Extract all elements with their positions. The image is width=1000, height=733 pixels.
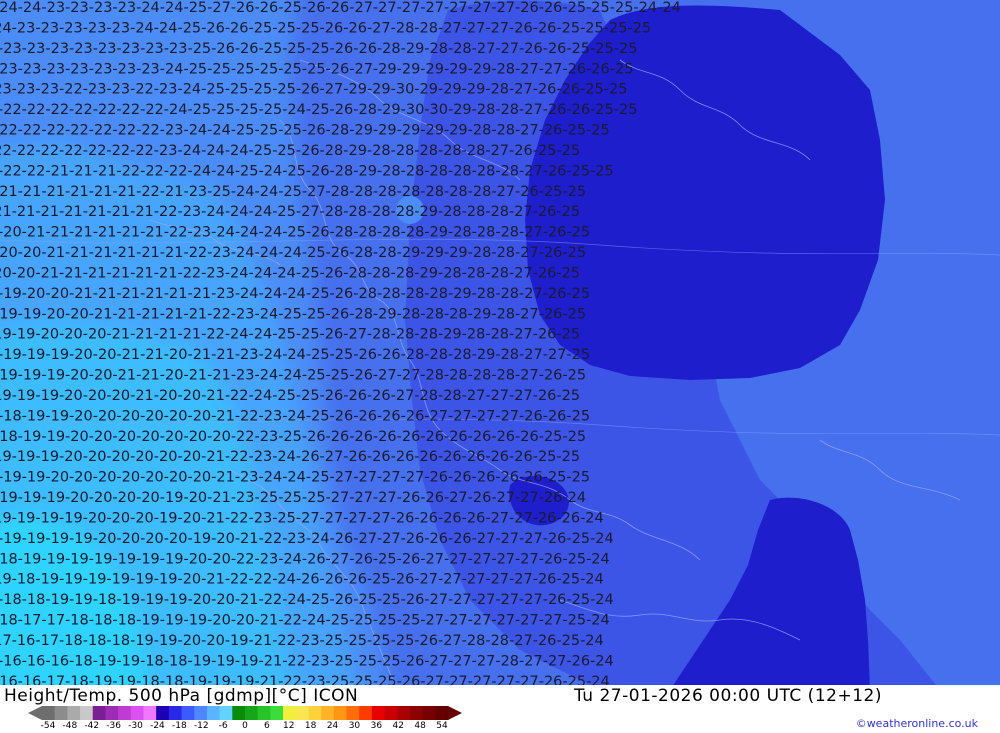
scale-swatch <box>54 706 68 720</box>
temperature-label-row: -16-16-16-18-19-19-18-18-19-19-19-21-22-… <box>0 653 614 669</box>
temperature-label-row: -22-22-22-22-22-22-22-24-25-25-25-25-24-… <box>0 102 637 118</box>
scale-swatch <box>181 706 195 720</box>
temperature-label-row: -22-22-21-21-21-22-22-22-24-24-25-24-25-… <box>0 163 614 179</box>
scale-tick-label: 12 <box>283 721 295 731</box>
temperature-label-row: -20-20-21-21-21-21-21-21-22-23-24-24-24-… <box>0 245 586 261</box>
scale-swatch <box>118 706 132 720</box>
scale-swatch <box>283 706 297 720</box>
temperature-label-row: -19-19-19-19-20-20-20-19-20-21-22-23-25-… <box>0 510 604 526</box>
scale-tick-label: -48 <box>62 721 78 731</box>
scale-tick-label: 48 <box>414 721 426 731</box>
temperature-label-row: -18-19-19-19-19-19-19-19-20-20-22-23-24-… <box>0 551 610 567</box>
temperature-label-row: -24-23-23-23-23-23-24-24-25-26-26-25-25-… <box>0 20 651 36</box>
scale-tick-label: -54 <box>40 721 56 731</box>
scale-swatch <box>156 706 170 720</box>
temperature-label-row: -23-23-23-23-23-23-23-24-25-25-25-25-25-… <box>0 61 633 77</box>
scale-tick-label: -24 <box>150 721 165 731</box>
temperature-label-row: -19-19-20-20-21-21-21-21-21-22-23-24-25-… <box>0 306 586 322</box>
temperature-label-row: -20-21-21-21-21-21-21-22-23-24-24-24-25-… <box>0 225 590 241</box>
temperature-label-row: -22-22-22-22-22-22-22-23-24-24-25-25-25-… <box>0 123 610 139</box>
color-scale-bar <box>28 706 462 720</box>
weather-map: -24-24-23-23-23-23-24-24-25-27-26-26-25-… <box>0 0 1000 685</box>
scale-swatch <box>384 706 398 720</box>
map-footer: Height/Temp. 500 hPa [gdmp][°C] ICON Tu … <box>0 685 1000 733</box>
temperature-label-row: -19-18-19-19-19-19-19-19-20-21-22-22-24-… <box>0 572 604 588</box>
credit-link[interactable]: ©weatheronline.co.uk <box>856 717 978 730</box>
scale-swatch <box>245 706 259 720</box>
scale-swatch <box>270 706 284 720</box>
scale-swatch <box>371 706 386 720</box>
scale-swatch <box>92 706 106 720</box>
scale-swatch <box>80 706 94 720</box>
color-scale-ticks: -54 -48 -42 -36 -30 -24 -18 -12 -6 0 6 12 18 24 30 36 42… <box>28 721 468 733</box>
scale-swatch <box>67 706 81 720</box>
scale-tick-label: -6 <box>218 721 228 731</box>
scale-swatch <box>359 706 373 720</box>
scale-tick-label: -12 <box>193 721 209 731</box>
temperature-label-row: -18-18-19-19-18-19-19-19-20-20-21-22-24-… <box>0 592 614 608</box>
scale-swatch <box>333 706 347 720</box>
temperature-field-map: -24-24-23-23-23-23-24-24-25-27-26-26-25-… <box>0 0 1000 685</box>
temperature-value-labels: -24-24-23-23-23-23-24-24-25-27-26-26-25-… <box>0 0 681 685</box>
scale-tick-label: 0 <box>242 721 248 731</box>
temperature-label-row: -21-21-21-21-21-21-22-21-23-25-24-24-25-… <box>0 184 586 200</box>
temperature-label-row: -19-19-19-20-20-20-21-20-20-21-22-24-25-… <box>0 388 580 404</box>
scale-swatch <box>130 706 144 720</box>
scale-tick-label: 54 <box>436 721 448 731</box>
scale-tick-label: 18 <box>304 721 317 731</box>
scale-swatch <box>435 706 449 720</box>
scale-swatch <box>206 706 221 720</box>
temperature-label-row: -18-17-17-18-18-18-19-19-19-20-20-21-22-… <box>0 613 610 629</box>
scale-swatch <box>257 706 271 720</box>
scale-swatch <box>321 706 335 720</box>
temperature-label-row: -19-19-19-20-20-21-21-20-21-21-23-24-24-… <box>0 368 586 384</box>
scale-tick-label: 42 <box>392 721 404 731</box>
valid-time: Tu 27-01-2026 00:00 UTC (12+12) <box>574 686 882 706</box>
scale-swatch <box>346 706 360 720</box>
scale-tick-label: -30 <box>128 721 143 731</box>
temperature-label-row: -20-20-21-21-21-21-21-21-22-23-24-24-24-… <box>0 265 580 281</box>
temperature-label-row: -19-19-19-20-20-20-20-20-20-21-22-23-24-… <box>0 449 580 465</box>
temperature-label-row: -19-19-20-20-20-21-21-21-21-22-24-24-25-… <box>0 327 580 343</box>
temperature-label-row: -23-23-23-22-23-23-22-23-24-25-25-25-25-… <box>0 82 627 98</box>
scale-tick-label: 30 <box>348 721 361 731</box>
scale-swatch <box>143 706 157 720</box>
scale-tick-label: 6 <box>264 721 270 731</box>
scale-swatch <box>422 706 436 720</box>
scale-swatch <box>105 706 119 720</box>
temperature-label-row: -21-21-21-21-21-21-21-22-23-24-24-24-25-… <box>0 204 580 220</box>
scale-swatch <box>168 706 183 720</box>
scale-swatch <box>42 706 56 720</box>
scale-swatch <box>232 706 246 720</box>
temperature-label-row: -19-19-19-20-20-20-20-19-20-21-23-25-25-… <box>0 490 586 506</box>
scale-swatch <box>295 706 309 720</box>
scale-swatch <box>194 706 208 720</box>
temperature-label-row: -18-19-19-20-20-20-20-20-20-21-22-23-24-… <box>0 408 590 424</box>
temperature-label-row: -19-19-19-19-20-20-20-20-19-20-21-22-23-… <box>0 531 614 547</box>
scale-tick-label: -18 <box>171 721 187 731</box>
temperature-label-row: -23-23-23-23-23-23-23-23-25-26-26-25-25-… <box>0 41 637 57</box>
temperature-label-row: -17-16-17-18-18-18-19-19-20-20-19-21-22-… <box>0 633 604 649</box>
temperature-label-row: -19-19-20-20-20-20-20-20-20-21-23-24-24-… <box>0 470 590 486</box>
scale-swatch <box>219 706 233 720</box>
scale-tick-label: 24 <box>326 721 339 731</box>
map-title: Height/Temp. 500 hPa [gdmp][°C] ICON <box>4 686 359 706</box>
temperature-label-row: -19-19-19-20-20-21-21-20-21-21-23-24-24-… <box>0 347 590 363</box>
temperature-label-row: -16-16-17-18-19-19-18-18-19-19-19-21-22-… <box>0 674 610 685</box>
temperature-label-row: -24-24-23-23-23-23-24-24-25-27-26-26-25-… <box>0 0 681 16</box>
scale-swatch <box>409 706 424 720</box>
temperature-label-row: -18-19-19-20-20-20-20-20-20-20-22-23-25-… <box>0 429 586 445</box>
scale-tick-label: -36 <box>106 721 122 731</box>
scale-swatch <box>397 706 411 720</box>
temperature-label-row: -19-20-20-21-21-21-21-21-21-23-24-24-24-… <box>0 286 590 302</box>
scale-left-arrow <box>28 706 42 720</box>
temperature-label-row: -22-22-22-22-22-22-22-23-24-24-24-25-25-… <box>0 143 580 159</box>
scale-tick-label: -42 <box>84 721 100 731</box>
scale-right-arrow <box>448 706 462 720</box>
scale-swatch <box>308 706 322 720</box>
scale-tick-label: 36 <box>370 721 383 731</box>
